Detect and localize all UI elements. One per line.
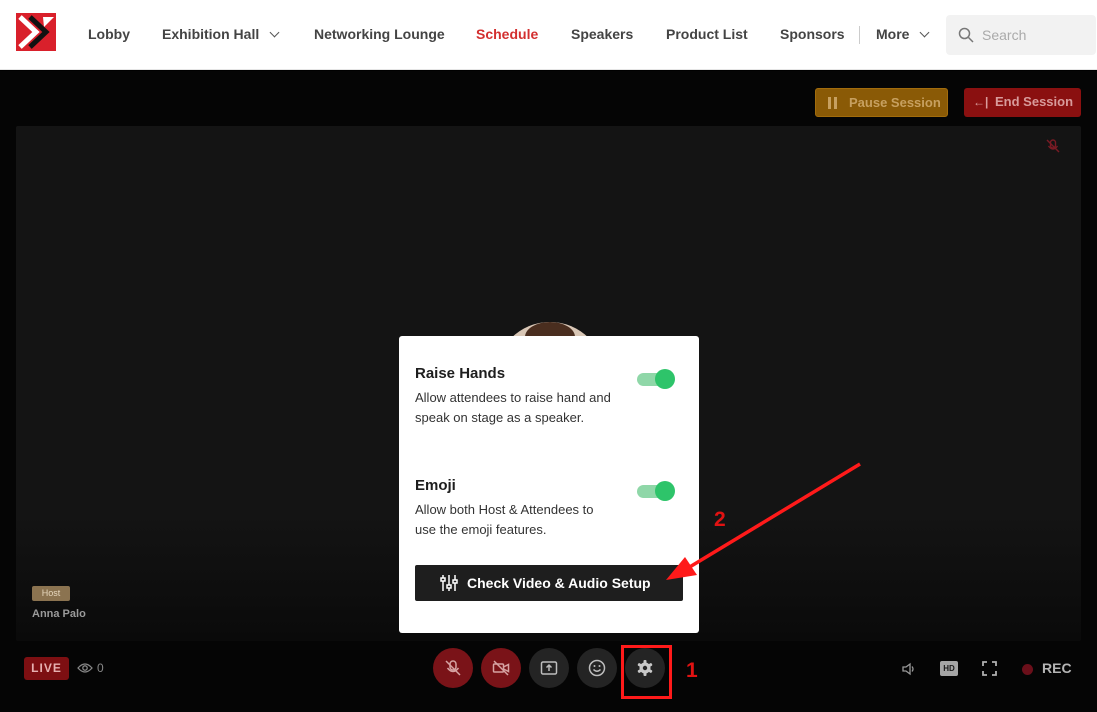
pause-session-button[interactable]: Pause Session	[815, 88, 948, 117]
video-off-icon	[492, 660, 510, 676]
search-input[interactable]	[982, 25, 1087, 45]
annotation-step-2: 2	[714, 508, 726, 531]
live-badge: LIVE	[24, 657, 69, 680]
pause-icon	[828, 97, 838, 109]
mic-off-icon	[445, 660, 461, 676]
nav-item-speakers[interactable]: Speakers	[571, 26, 633, 42]
camera-toggle-button[interactable]	[481, 648, 521, 688]
raise-hands-title: Raise Hands	[415, 365, 506, 382]
emoji-icon	[588, 659, 606, 677]
nav-item-more[interactable]: More	[876, 26, 930, 42]
emoji-toggle[interactable]	[637, 481, 675, 501]
pause-session-label: Pause Session	[849, 95, 941, 110]
nav-item-exhibition-hall[interactable]: Exhibition Hall	[162, 26, 280, 42]
search-box[interactable]	[946, 15, 1096, 55]
speaker-name: Anna Palo	[32, 608, 86, 620]
chevron-down-icon	[269, 27, 280, 38]
sliders-icon	[440, 575, 458, 591]
settings-popup: Raise Hands Allow attendees to raise han…	[399, 336, 699, 633]
host-badge: Host	[32, 586, 70, 601]
nav-item-lobby[interactable]: Lobby	[88, 26, 130, 42]
check-video-audio-button[interactable]: Check Video & Audio Setup	[415, 565, 683, 601]
check-video-audio-label: Check Video & Audio Setup	[467, 575, 651, 591]
fullscreen-icon[interactable]	[982, 661, 997, 676]
nav-item-label: Exhibition Hall	[162, 26, 260, 42]
record-indicator-icon	[1022, 664, 1033, 675]
chevron-down-icon	[920, 27, 930, 38]
nav-divider	[859, 26, 860, 44]
share-screen-icon	[540, 661, 558, 675]
end-session-icon: ←|	[973, 95, 989, 109]
search-icon	[958, 27, 974, 43]
raise-hands-toggle[interactable]	[637, 369, 675, 389]
emoji-title: Emoji	[415, 477, 456, 494]
end-session-label: End Session	[995, 94, 1074, 109]
nav-item-label: More	[876, 26, 910, 42]
emoji-description: Allow both Host & Attendees to use the e…	[415, 502, 594, 537]
nav-item-sponsors[interactable]: Sponsors	[780, 26, 845, 42]
record-button[interactable]: REC	[1042, 660, 1072, 676]
raise-hands-description: Allow attendees to raise hand and speak …	[415, 390, 611, 425]
end-session-button[interactable]: ←| End Session	[964, 88, 1081, 117]
volume-icon[interactable]	[901, 661, 917, 677]
viewer-count: 0	[97, 661, 104, 675]
eye-icon	[77, 663, 93, 673]
annotation-step-1: 1	[686, 659, 698, 682]
emoji-button[interactable]	[577, 648, 617, 688]
hd-toggle-button[interactable]: HD	[940, 661, 958, 676]
mic-toggle-button[interactable]	[433, 648, 473, 688]
mic-off-icon	[1046, 139, 1060, 153]
nav-item-schedule[interactable]: Schedule	[476, 26, 538, 42]
annotation-highlight-box	[621, 645, 672, 699]
nav-item-product-list[interactable]: Product List	[666, 26, 748, 42]
top-nav: Lobby Exhibition Hall Networking Lounge …	[0, 0, 1097, 70]
nav-item-networking-lounge[interactable]: Networking Lounge	[314, 26, 445, 42]
share-screen-button[interactable]	[529, 648, 569, 688]
logo-icon[interactable]	[16, 13, 56, 51]
